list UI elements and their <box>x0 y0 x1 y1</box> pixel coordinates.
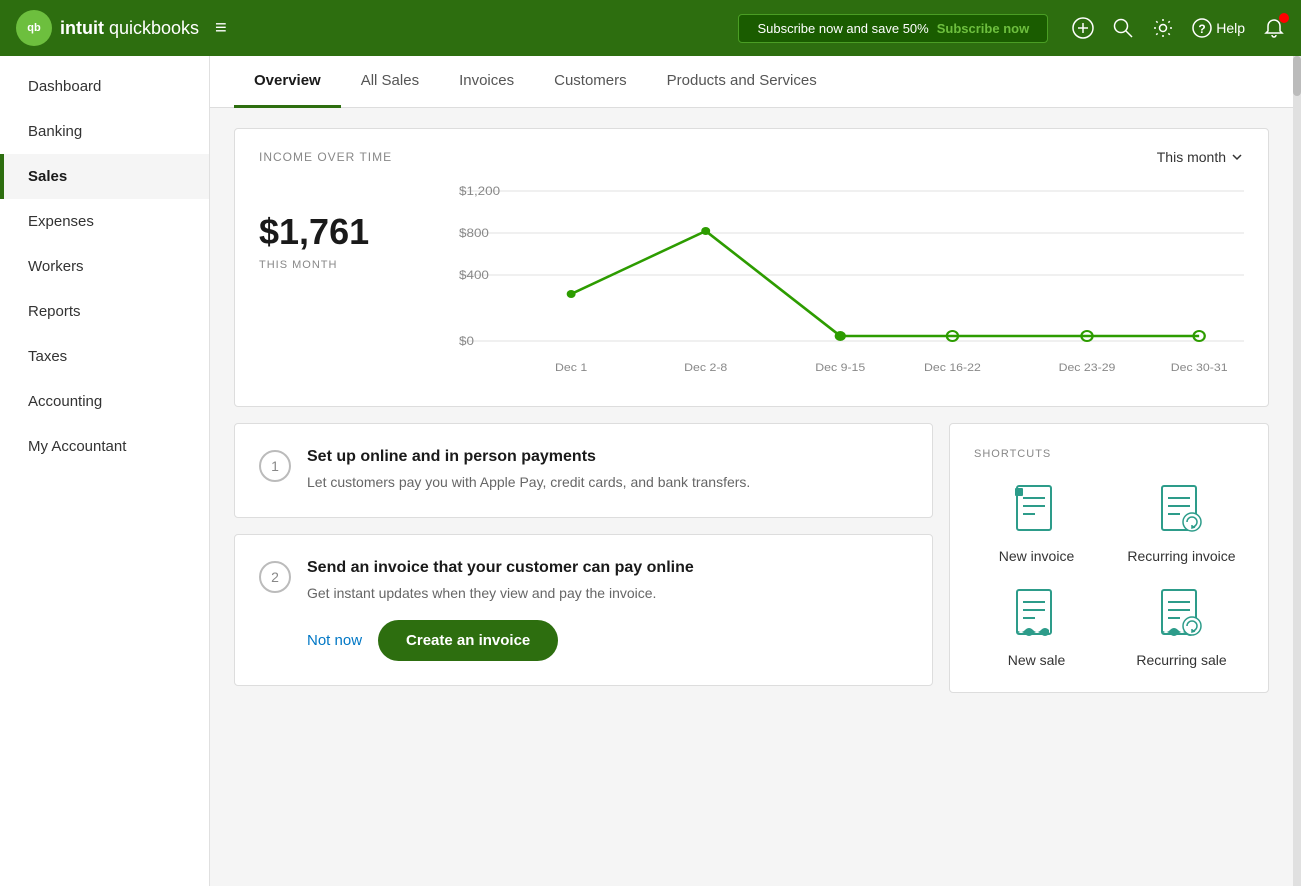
sidebar-item-sales[interactable]: Sales <box>0 154 209 199</box>
shortcut-recurring-invoice[interactable]: Recurring invoice <box>1119 480 1244 564</box>
sidebar-item-expenses[interactable]: Expenses <box>0 199 209 244</box>
svg-text:$400: $400 <box>459 268 489 282</box>
logo[interactable]: qb intuit quickbooks <box>16 10 199 46</box>
chart-body: $1,761 THIS MONTH $1,200 $800 <box>259 181 1244 386</box>
shortcut-new-sale[interactable]: New sale <box>974 584 1099 668</box>
top-navigation: qb intuit quickbooks ≡ Subscribe now and… <box>0 0 1301 56</box>
step-actions-2: Not now Create an invoice <box>307 620 694 661</box>
sidebar-item-taxes[interactable]: Taxes <box>0 334 209 379</box>
notification-badge <box>1279 13 1289 23</box>
help-button[interactable]: ? Help <box>1192 18 1245 38</box>
bottom-section: 1 Set up online and in person payments L… <box>234 423 1269 693</box>
svg-text:$0: $0 <box>459 334 474 348</box>
step-number-1: 1 <box>259 450 291 482</box>
main-layout: Dashboard Banking Sales Expenses Workers… <box>0 56 1301 886</box>
chart-amount-label: THIS MONTH <box>259 259 459 271</box>
subscribe-link[interactable]: Subscribe now <box>937 21 1029 36</box>
new-invoice-icon <box>1007 480 1067 540</box>
promo-text: Subscribe now and save 50% <box>757 21 928 36</box>
svg-text:$800: $800 <box>459 226 489 240</box>
shortcuts-grid: New invoice <box>974 480 1244 668</box>
steps-column: 1 Set up online and in person payments L… <box>234 423 933 693</box>
tab-invoices[interactable]: Invoices <box>439 56 534 108</box>
promo-banner: Subscribe now and save 50% Subscribe now <box>738 14 1048 43</box>
search-icon[interactable] <box>1112 17 1134 39</box>
chart-amount: $1,761 THIS MONTH <box>259 181 459 386</box>
chart-graph: $1,200 $800 $400 $0 <box>459 181 1244 386</box>
help-label: Help <box>1216 20 1245 36</box>
chart-amount-value: $1,761 <box>259 211 459 253</box>
step-desc-2: Get instant updates when they view and p… <box>307 583 694 604</box>
step-card-1: 1 Set up online and in person payments L… <box>234 423 933 518</box>
step-card-2: 2 Send an invoice that your customer can… <box>234 534 933 686</box>
new-sale-label: New sale <box>1008 652 1066 668</box>
chart-title: INCOME OVER TIME <box>259 150 392 164</box>
recurring-invoice-icon <box>1152 480 1212 540</box>
recurring-sale-icon <box>1152 584 1212 644</box>
chart-header: INCOME OVER TIME This month <box>259 149 1244 165</box>
step-desc-1: Let customers pay you with Apple Pay, cr… <box>307 472 750 493</box>
step-title-1: Set up online and in person payments <box>307 448 750 466</box>
svg-text:Dec 23-29: Dec 23-29 <box>1059 362 1116 374</box>
not-now-button[interactable]: Not now <box>307 632 362 649</box>
tab-customers[interactable]: Customers <box>534 56 647 108</box>
step-number-2: 2 <box>259 561 291 593</box>
sidebar-item-reports[interactable]: Reports <box>0 289 209 334</box>
shortcuts-column: SHORTCUTS <box>949 423 1269 693</box>
shortcuts-card: SHORTCUTS <box>949 423 1269 693</box>
scrollbar-track[interactable] <box>1293 56 1301 886</box>
tab-all-sales[interactable]: All Sales <box>341 56 439 108</box>
nav-icons: ? Help <box>1072 17 1285 39</box>
tabs-bar: Overview All Sales Invoices Customers Pr… <box>210 56 1293 108</box>
logo-icon: qb <box>16 10 52 46</box>
tab-overview[interactable]: Overview <box>234 56 341 108</box>
new-sale-icon <box>1007 584 1067 644</box>
sidebar-item-dashboard[interactable]: Dashboard <box>0 64 209 109</box>
svg-text:?: ? <box>1199 22 1206 36</box>
svg-text:Dec 30-31: Dec 30-31 <box>1171 362 1228 374</box>
sidebar-item-accounting[interactable]: Accounting <box>0 379 209 424</box>
income-chart-card: INCOME OVER TIME This month $1,761 THIS … <box>234 128 1269 407</box>
step-content-1: Set up online and in person payments Let… <box>307 448 750 493</box>
step-content-2: Send an invoice that your customer can p… <box>307 559 694 661</box>
notifications-icon[interactable] <box>1263 17 1285 39</box>
add-icon[interactable] <box>1072 17 1094 39</box>
create-invoice-button[interactable]: Create an invoice <box>378 620 558 661</box>
settings-icon[interactable] <box>1152 17 1174 39</box>
sidebar-item-banking[interactable]: Banking <box>0 109 209 154</box>
chart-filter-label: This month <box>1157 149 1226 165</box>
new-invoice-label: New invoice <box>999 548 1074 564</box>
shortcuts-title: SHORTCUTS <box>974 448 1244 460</box>
recurring-invoice-label: Recurring invoice <box>1127 548 1235 564</box>
logo-text: intuit quickbooks <box>60 18 199 39</box>
sidebar: Dashboard Banking Sales Expenses Workers… <box>0 56 210 886</box>
shortcut-recurring-sale[interactable]: Recurring sale <box>1119 584 1244 668</box>
svg-text:Dec 1: Dec 1 <box>555 362 587 374</box>
svg-text:Dec 2-8: Dec 2-8 <box>684 362 727 374</box>
sidebar-item-my-accountant[interactable]: My Accountant <box>0 424 209 469</box>
sidebar-item-workers[interactable]: Workers <box>0 244 209 289</box>
svg-text:$1,200: $1,200 <box>459 184 500 198</box>
tab-products-services[interactable]: Products and Services <box>647 56 837 108</box>
recurring-sale-label: Recurring sale <box>1136 652 1226 668</box>
scrollbar-thumb[interactable] <box>1293 56 1301 96</box>
content-area: Overview All Sales Invoices Customers Pr… <box>210 56 1293 886</box>
inner-content: INCOME OVER TIME This month $1,761 THIS … <box>210 108 1293 713</box>
shortcut-new-invoice[interactable]: New invoice <box>974 480 1099 564</box>
hamburger-menu-icon[interactable]: ≡ <box>215 17 227 40</box>
step-title-2: Send an invoice that your customer can p… <box>307 559 694 577</box>
chart-filter-dropdown[interactable]: This month <box>1157 149 1244 165</box>
svg-text:Dec 16-22: Dec 16-22 <box>924 362 981 374</box>
svg-text:Dec 9-15: Dec 9-15 <box>815 362 865 374</box>
chart-svg: $1,200 $800 $400 $0 <box>459 181 1244 381</box>
